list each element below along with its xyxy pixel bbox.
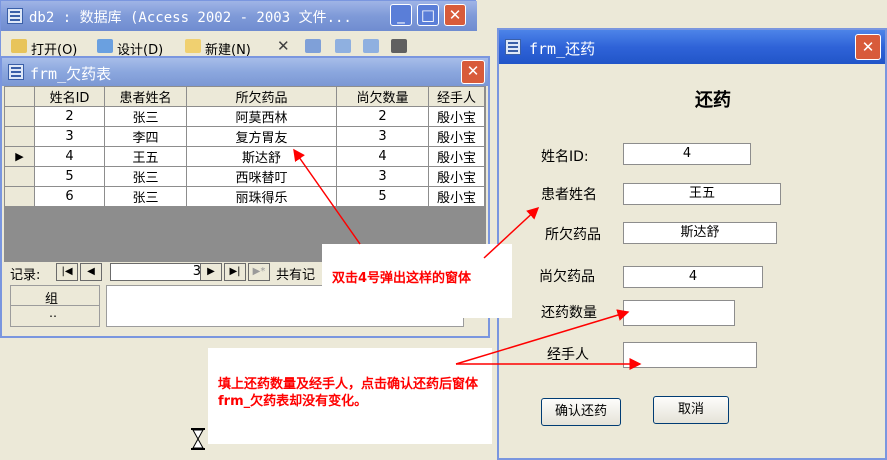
arrow-to-row-4 — [293, 148, 361, 245]
hourglass-icon — [191, 428, 205, 450]
annotation-arrows — [293, 148, 642, 370]
arrow-to-return-qty — [455, 309, 630, 365]
arrow-to-return-form — [483, 206, 540, 259]
